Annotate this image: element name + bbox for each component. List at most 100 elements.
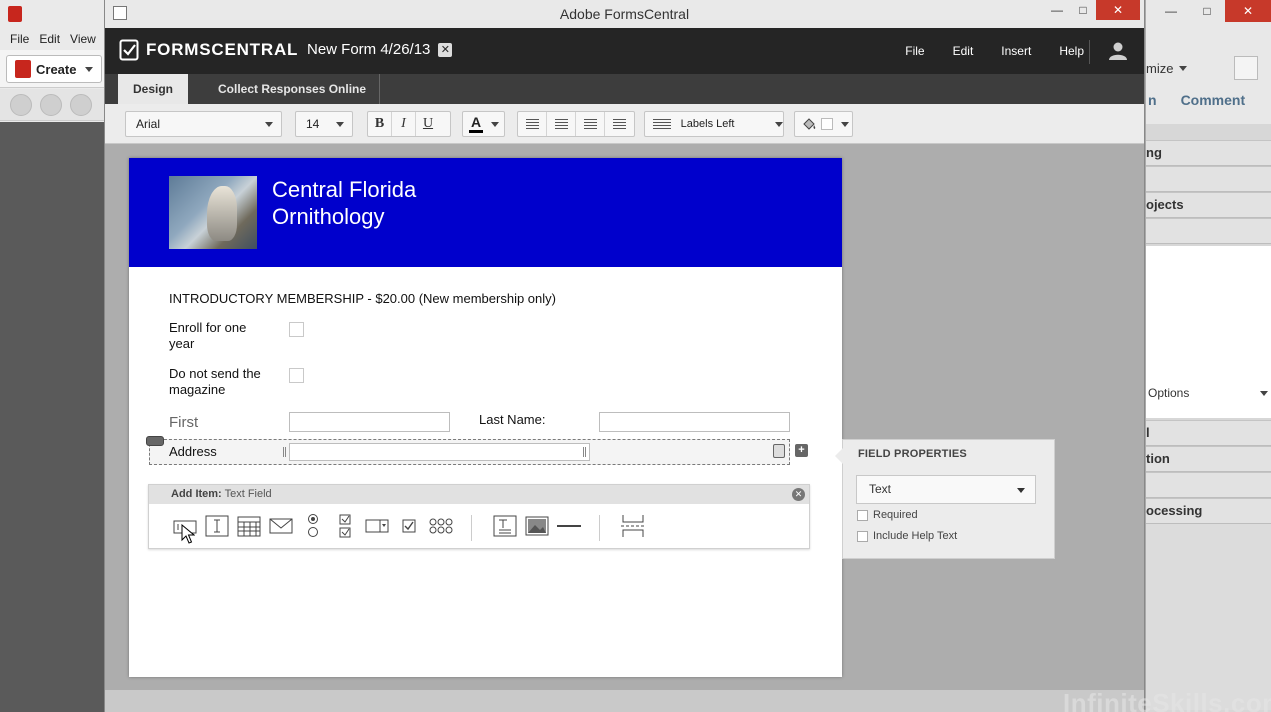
bg-panel-row[interactable]: ojects: [1146, 192, 1271, 218]
tab-design[interactable]: Design: [118, 74, 189, 104]
form-name-label[interactable]: New Form 4/26/13: [307, 41, 430, 58]
chevron-down-icon: [1017, 488, 1025, 493]
field-type-select[interactable]: Text: [856, 475, 1036, 504]
address-input[interactable]: [289, 443, 590, 461]
bg-panel-row[interactable]: l: [1146, 420, 1271, 446]
formscentral-logo[interactable]: FORMSCENTRAL: [119, 39, 298, 61]
bg-close-button[interactable]: ✕: [1225, 0, 1271, 22]
bg-menu-view[interactable]: View: [70, 32, 96, 46]
underline-button[interactable]: U: [416, 112, 440, 136]
trash-icon[interactable]: [773, 444, 785, 458]
first-name-input[interactable]: [289, 412, 450, 432]
acrobat-logo-icon: [8, 6, 22, 22]
include-help-checkbox[interactable]: [857, 530, 868, 542]
checkboxes-icon[interactable]: [333, 514, 357, 538]
address-field-row[interactable]: Address: [146, 436, 790, 465]
form-page: Central Florida Ornithology INTRODUCTORY…: [129, 158, 842, 677]
radio-buttons-icon[interactable]: [301, 514, 325, 537]
text-color-icon: A: [469, 115, 483, 133]
bg-menu-file[interactable]: File: [10, 32, 29, 46]
paragraph-field-icon[interactable]: [205, 515, 229, 537]
rating-icon[interactable]: [429, 515, 453, 537]
italic-button[interactable]: I: [392, 112, 416, 136]
form-title[interactable]: Central Florida Ornithology: [272, 176, 416, 230]
menu-divider: [1089, 40, 1090, 64]
menu-edit[interactable]: Edit: [953, 44, 974, 58]
page-break-icon[interactable]: [621, 515, 645, 537]
heron-photo[interactable]: [169, 176, 257, 249]
close-button[interactable]: ✕: [1096, 0, 1140, 20]
include-help-option[interactable]: Include Help Text: [857, 530, 957, 542]
align-justify-icon[interactable]: [605, 112, 634, 136]
formscentral-window: Adobe FormsCentral — □ ✕ FORMSCENTRAL Ne…: [104, 0, 1145, 712]
font-family-select[interactable]: Arial: [125, 111, 282, 137]
menu-insert[interactable]: Insert: [1001, 44, 1031, 58]
form-name: New Form 4/26/13 ✕: [307, 41, 453, 58]
chevron-down-icon: [1260, 391, 1268, 396]
app-menu: File Edit Insert Help: [905, 44, 1084, 58]
add-item-prefix: Add Item:: [171, 488, 222, 500]
bg-menu-edit[interactable]: Edit: [39, 32, 60, 46]
user-icon[interactable]: [1108, 41, 1128, 61]
bold-button[interactable]: B: [368, 112, 392, 136]
align-right-icon[interactable]: [576, 112, 605, 136]
down-arrow-icon[interactable]: [70, 94, 92, 116]
bg-panel-row[interactable]: ocessing: [1146, 498, 1271, 524]
tab-collect-responses[interactable]: Collect Responses Online: [203, 74, 381, 104]
menu-file[interactable]: File: [905, 44, 924, 58]
dropdown-icon[interactable]: [365, 515, 389, 537]
bg-options-row[interactable]: Options: [1148, 386, 1268, 400]
up-arrow-icon[interactable]: [40, 94, 62, 116]
fill-color-button[interactable]: [794, 111, 853, 137]
bg-tab-comment[interactable]: Comment: [1181, 92, 1246, 118]
bg-tab-sign[interactable]: n: [1148, 92, 1157, 118]
bird-shape: [207, 186, 237, 241]
close-form-icon[interactable]: ✕: [438, 42, 453, 57]
magazine-label-line-1: Do not send the: [169, 366, 261, 381]
text-style-group: B I U: [367, 111, 451, 137]
expand-icon[interactable]: [1234, 56, 1258, 80]
last-name-label: Last Name:: [479, 412, 546, 427]
enroll-checkbox[interactable]: [289, 322, 304, 337]
form-title-line-2: Ornithology: [272, 204, 385, 229]
magazine-checkbox[interactable]: [289, 368, 304, 383]
menu-help[interactable]: Help: [1059, 44, 1084, 58]
bg-panel-row[interactable]: [1146, 218, 1271, 244]
bg-panel-row[interactable]: [1146, 166, 1271, 192]
bg-maximize-button[interactable]: □: [1189, 0, 1225, 22]
required-option[interactable]: Required: [857, 509, 918, 521]
font-size-select[interactable]: 14: [295, 111, 353, 137]
bg-panel-row[interactable]: tion: [1146, 446, 1271, 472]
single-checkbox-icon[interactable]: [397, 515, 421, 537]
email-icon[interactable]: [269, 515, 293, 537]
background-document-area: [0, 122, 104, 712]
label-position-select[interactable]: Labels Left: [644, 111, 784, 137]
form-header[interactable]: Central Florida Ornithology: [129, 158, 842, 267]
calendar-icon[interactable]: [237, 515, 261, 537]
label-layout-icon: [653, 118, 671, 130]
drag-handle-icon[interactable]: [146, 436, 164, 446]
intro-heading[interactable]: INTRODUCTORY MEMBERSHIP - $20.00 (New me…: [169, 291, 556, 306]
text-block-icon[interactable]: [493, 515, 517, 537]
align-left-icon[interactable]: [518, 112, 547, 136]
customize-label[interactable]: mize: [1146, 61, 1173, 76]
home-icon[interactable]: [10, 94, 32, 116]
last-name-input[interactable]: [599, 412, 790, 432]
image-icon[interactable]: [525, 515, 549, 537]
create-button[interactable]: Create: [6, 55, 102, 83]
align-center-icon[interactable]: [547, 112, 576, 136]
plus-icon[interactable]: +: [795, 444, 808, 457]
bg-panel-row[interactable]: [1146, 472, 1271, 498]
horizontal-line-icon[interactable]: [557, 515, 581, 537]
bg-minimize-button[interactable]: —: [1153, 0, 1189, 22]
text-color-button[interactable]: A: [462, 111, 505, 137]
bg-panel-row[interactable]: ng: [1146, 140, 1271, 166]
required-checkbox[interactable]: [857, 509, 868, 521]
fill-color-swatch: [821, 118, 833, 130]
chevron-down-icon: [336, 121, 344, 127]
resize-handle-icon[interactable]: [583, 447, 586, 457]
maximize-button[interactable]: □: [1070, 0, 1096, 20]
minimize-button[interactable]: —: [1044, 0, 1070, 20]
close-icon[interactable]: ✕: [792, 488, 805, 501]
resize-handle-icon[interactable]: [283, 447, 286, 457]
